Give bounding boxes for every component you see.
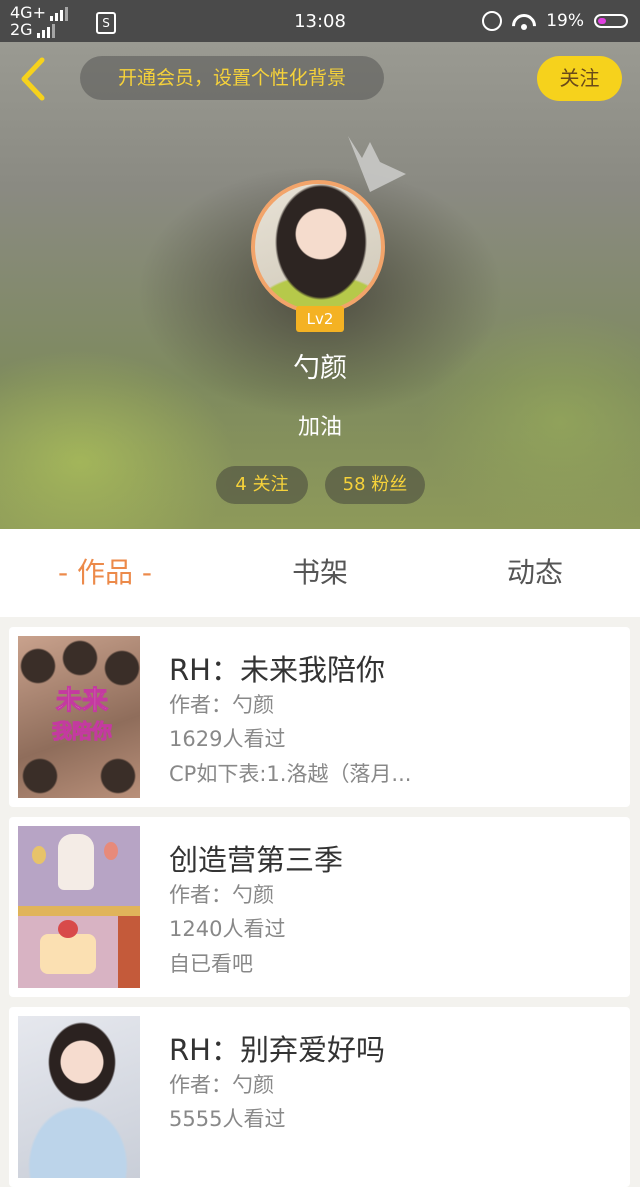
book-description: CP如下表:1.洛越（落月...	[169, 762, 412, 786]
user-name: 勺颜	[293, 353, 347, 384]
cover-title-line1: 未来	[55, 686, 108, 717]
tab-activity[interactable]: 动态	[460, 529, 610, 617]
cover-title-line2: 我陪你	[52, 719, 113, 744]
book-views: 5555人看过	[169, 1107, 286, 1131]
vip-background-promo[interactable]: 开通会员，设置个性化背景	[80, 56, 384, 100]
user-bio: 加油	[297, 415, 342, 440]
alarm-icon	[482, 11, 503, 31]
chevron-left-icon	[21, 57, 45, 101]
list-item[interactable]: 创造营第三季 作者：勺颜 1240人看过 自已看吧	[9, 817, 630, 997]
tab-works[interactable]: - 作品 -	[30, 529, 180, 617]
follow-button[interactable]: 关注	[537, 56, 622, 101]
book-cover	[18, 1016, 140, 1178]
book-title: RH：别弃爱好吗	[169, 1033, 385, 1067]
tab-bookshelf[interactable]: 书架	[245, 529, 395, 617]
avatar[interactable]	[251, 180, 385, 314]
book-author: 作者：勺颜	[169, 883, 274, 907]
battery-icon	[594, 14, 628, 28]
level-badge: Lv2	[296, 306, 344, 332]
profile-tabs: - 作品 - 书架 动态	[0, 529, 640, 617]
list-item[interactable]: RH：别弃爱好吗 作者：勺颜 5555人看过	[9, 1007, 630, 1187]
wifi-icon	[512, 12, 536, 30]
status-bar: 4G+ 2G S 13:08 19%	[0, 0, 640, 42]
back-button[interactable]	[14, 56, 54, 102]
following-count[interactable]: 4 关注	[216, 466, 308, 504]
book-description: 自已看吧	[169, 952, 253, 976]
book-author: 作者：勺颜	[169, 1073, 274, 1097]
crown-icon	[348, 136, 406, 192]
book-views: 1629人看过	[169, 727, 286, 751]
book-title: RH：未来我陪你	[169, 653, 385, 687]
fans-count[interactable]: 58 粉丝	[325, 466, 425, 504]
book-author: 作者：勺颜	[169, 693, 274, 717]
book-cover: 未来 我陪你	[18, 636, 140, 798]
list-item[interactable]: 未来 我陪你 RH：未来我陪你 作者：勺颜 1629人看过 CP如下表:1.洛越…	[9, 627, 630, 807]
battery-percent: 19%	[546, 11, 584, 31]
book-views: 1240人看过	[169, 917, 286, 941]
book-title: 创造营第三季	[169, 843, 344, 877]
book-cover	[18, 826, 140, 988]
